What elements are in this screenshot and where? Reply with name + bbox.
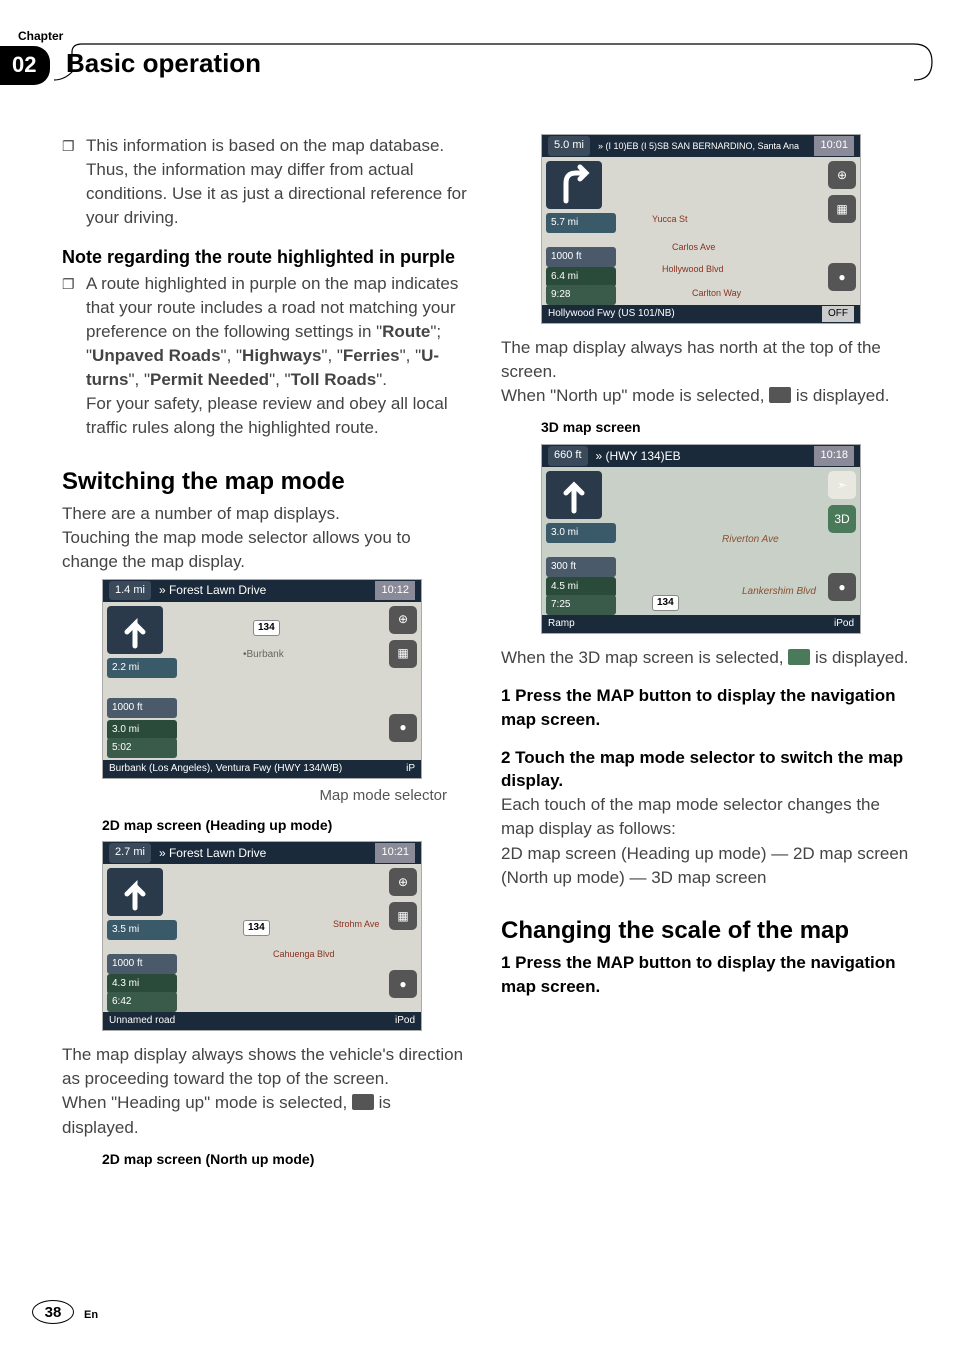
ss4-clock: 10:18	[814, 446, 854, 465]
ss2-current-road: Unnamed road	[109, 1014, 175, 1028]
ss3-next-road: » (I 10)EB (I 5)SB SAN BERNARDINO, Santa…	[590, 140, 815, 153]
ss2-hwy-shield: 134	[243, 920, 270, 936]
header-rule	[54, 42, 944, 82]
ss1-dist2: 2.2 mi	[107, 658, 177, 678]
ss3-off-button: OFF	[822, 306, 854, 322]
ss4-source: iPod	[834, 617, 854, 631]
ss1-hwy-shield: 134	[253, 620, 280, 636]
subhead-purple-route: Note regarding the route highlighted in …	[62, 245, 471, 270]
switch-step-1: 1 Press the MAP button to display the na…	[501, 684, 910, 732]
language-code: En	[84, 1300, 98, 1323]
ss4-menu-button: ●	[828, 573, 856, 601]
north-up-icon-note: When "North up" mode is selected, is dis…	[501, 384, 910, 408]
switch-step-2: 2 Touch the map mode selector to switch …	[501, 746, 910, 794]
caption-map-mode-selector: Map mode selector	[62, 785, 471, 806]
ss4-hwy-shield: 134	[652, 595, 679, 611]
ss2-mode-button: ▦	[389, 902, 417, 930]
ss2-turn-icon	[107, 868, 163, 916]
ss1-next-road: » Forest Lawn Drive	[151, 582, 376, 599]
ss2-street1: Cahuenga Blvd	[273, 948, 335, 961]
ss4-compass-icon: ➣	[828, 471, 856, 499]
ss3-current-road: Hollywood Fwy (US 101/NB)	[548, 307, 675, 321]
chapter-number: 02	[0, 46, 50, 85]
ss2-street2: Strohm Ave	[333, 918, 379, 931]
ss1-clock: 10:12	[375, 581, 415, 600]
ss1-next-distance: 1.4 mi	[109, 581, 151, 600]
threed-icon-note: When the 3D map screen is selected, is d…	[501, 646, 910, 670]
ss3-eta: 9:28	[546, 285, 616, 305]
ss4-eta: 7:25	[546, 595, 616, 615]
scale-step-1: 1 Press the MAP button to display the na…	[501, 951, 910, 999]
caption-2d-heading-up: 2D map screen (Heading up mode)	[102, 816, 471, 836]
switch-intro-2: Touching the map mode selector allows yo…	[62, 526, 471, 574]
ss4-next-distance: 660 ft	[548, 446, 588, 465]
ss1-turn-icon	[107, 606, 163, 654]
ss4-dist4: 4.5 mi	[546, 577, 616, 597]
ss2-source: iPod	[395, 1014, 415, 1028]
heading-up-icon-note: When "Heading up" mode is selected, is d…	[62, 1091, 471, 1139]
safety-note: For your safety, please review and obey …	[86, 392, 471, 440]
ss1-dist4: 3.0 mi	[107, 720, 177, 740]
ss2-dist2: 3.5 mi	[107, 920, 177, 940]
ss3-street3: Hollywood Blvd	[662, 263, 724, 276]
purple-route-note: A route highlighted in purple on the map…	[86, 272, 471, 441]
ss3-clock: 10:01	[814, 136, 854, 155]
ss3-dist2: 5.7 mi	[546, 213, 616, 233]
ss3-menu-button: ●	[828, 263, 856, 291]
switch-intro-1: There are a number of map displays.	[62, 502, 471, 526]
ss3-dist3: 1000 ft	[546, 247, 616, 267]
caption-3d: 3D map screen	[541, 418, 910, 438]
ss1-current-road: Burbank (Los Angeles), Ventura Fwy (HWY …	[109, 762, 342, 776]
ss4-turn-icon	[546, 471, 602, 519]
database-note: This information is based on the map dat…	[86, 134, 471, 231]
bullet-icon: ❐	[62, 134, 86, 231]
heading-up-mode-icon	[352, 1094, 374, 1110]
ss3-street1: Yucca St	[652, 213, 688, 226]
ss3-compass-icon: ⊕	[828, 161, 856, 189]
caption-2d-north-up: 2D map screen (North up mode)	[102, 1150, 471, 1170]
ss1-source: iP	[406, 762, 415, 776]
ss1-dist3: 1000 ft	[107, 698, 177, 718]
heading-change-scale: Changing the scale of the map	[501, 914, 910, 948]
ss1-compass-icon: ⊕	[389, 606, 417, 634]
bullet-icon: ❐	[62, 272, 86, 441]
north-up-mode-icon	[769, 387, 791, 403]
screenshot-map-mode-selector: 1.4 mi » Forest Lawn Drive 10:12 2.2 mi …	[102, 579, 422, 779]
switch-step-2-desc2: 2D map screen (Heading up mode) — 2D map…	[501, 842, 910, 890]
ss2-next-road: » Forest Lawn Drive	[151, 845, 376, 862]
ss2-clock: 10:21	[375, 843, 415, 862]
ss4-street2: Lankershim Blvd	[742, 585, 816, 599]
ss1-burbank-label: •Burbank	[243, 648, 284, 662]
screenshot-2d-north-up: 5.0 mi » (I 10)EB (I 5)SB SAN BERNARDINO…	[541, 134, 861, 324]
ss1-eta: 5:02	[107, 738, 177, 758]
north-up-description: The map display always has north at the …	[501, 336, 910, 384]
page-number: 38	[32, 1300, 74, 1324]
heading-up-description: The map display always shows the vehicle…	[62, 1043, 471, 1091]
ss2-dist3: 1000 ft	[107, 954, 177, 974]
ss2-next-distance: 2.7 mi	[109, 843, 151, 862]
ss1-mode-button: ▦	[389, 640, 417, 668]
ss3-dist4: 6.4 mi	[546, 267, 616, 287]
ss4-next-road: » (HWY 134)EB	[588, 448, 815, 465]
screenshot-3d: 660 ft » (HWY 134)EB 10:18 3.0 mi 300 ft…	[541, 444, 861, 634]
ss2-eta: 6:42	[107, 992, 177, 1012]
ss3-turn-icon	[546, 161, 602, 209]
ss3-street4: Carlton Way	[692, 287, 741, 300]
heading-switch-map-mode: Switching the map mode	[62, 465, 471, 499]
ss1-menu-button: ●	[389, 714, 417, 742]
ss4-3d-mode-icon: 3D	[828, 505, 856, 533]
ss2-dist4: 4.3 mi	[107, 974, 177, 994]
ss2-menu-button: ●	[389, 970, 417, 998]
ss4-dist3: 300 ft	[546, 557, 616, 577]
threed-mode-icon	[788, 649, 810, 665]
ss4-dist2: 3.0 mi	[546, 523, 616, 543]
ss2-compass-icon: ⊕	[389, 868, 417, 896]
ss3-mode-button: ▦	[828, 195, 856, 223]
switch-step-2-desc1: Each touch of the map mode selector chan…	[501, 793, 910, 841]
ss4-current-road: Ramp	[548, 617, 575, 631]
ss3-street2: Carlos Ave	[672, 241, 715, 254]
screenshot-2d-heading-up: 2.7 mi » Forest Lawn Drive 10:21 3.5 mi …	[102, 841, 422, 1031]
ss4-street1: Riverton Ave	[722, 533, 779, 547]
ss3-next-distance: 5.0 mi	[548, 136, 590, 155]
